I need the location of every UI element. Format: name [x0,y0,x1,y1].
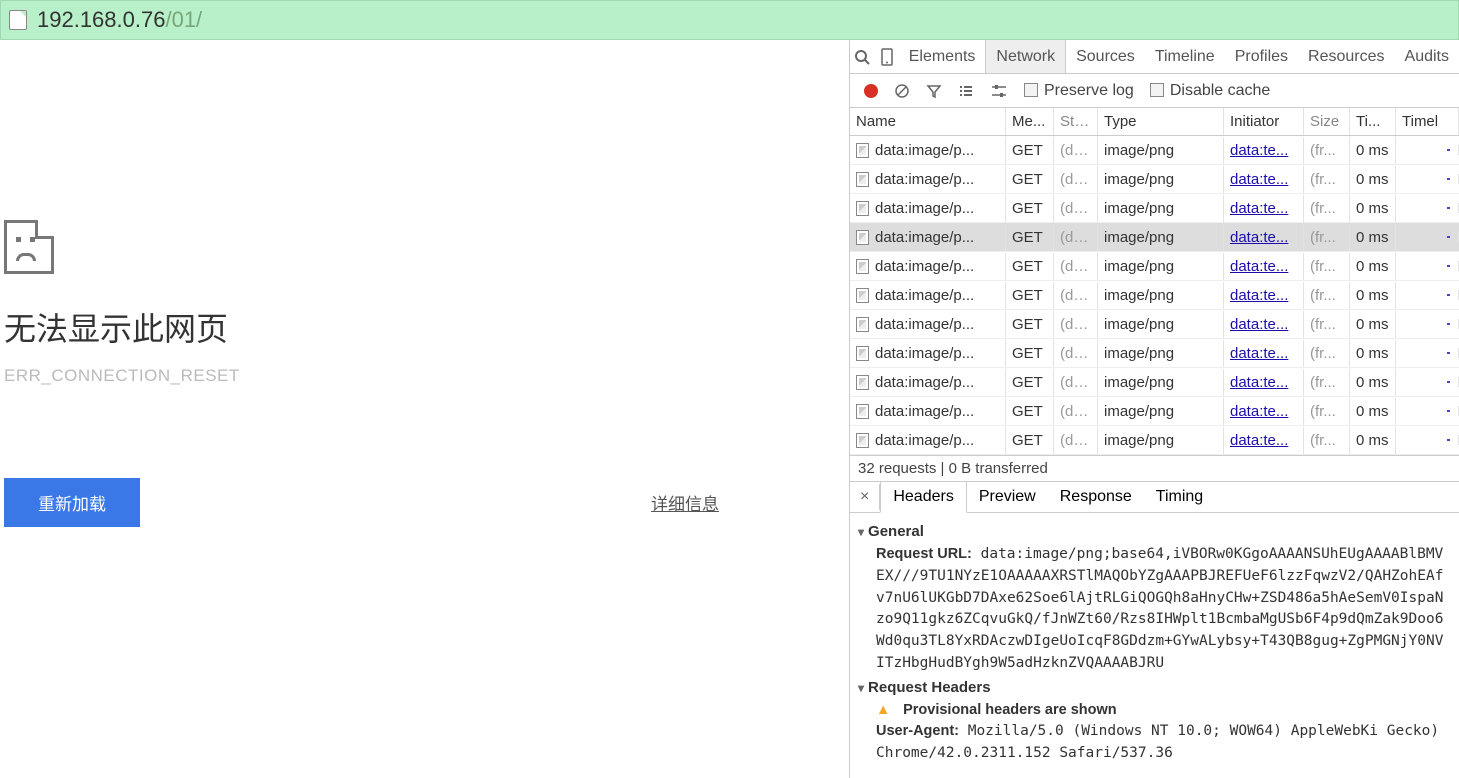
col-time[interactable]: Ti... [1350,108,1396,135]
detail-tab-response[interactable]: Response [1048,482,1144,512]
address-bar[interactable]: 192.168.0.76/01/ [0,0,1459,40]
table-row[interactable]: data:image/p...GET(da...image/pngdata:te… [850,339,1459,368]
tab-list: ElementsNetworkSourcesTimelineProfilesRe… [899,40,1459,73]
col-timeline[interactable]: Timel [1396,108,1459,135]
tab-resources[interactable]: Resources [1298,40,1394,73]
general-section[interactable]: General [858,523,1451,540]
tab-network[interactable]: Network [985,40,1066,73]
table-header: Name Me... Sta... Type Initiator Size Ti… [850,108,1459,136]
table-row[interactable]: data:image/p...GET(da...image/pngdata:te… [850,165,1459,194]
list-icon[interactable] [958,83,974,99]
initiator-link[interactable]: data:te... [1224,137,1304,164]
page-content: 无法显示此网页 ERR_CONNECTION_RESET 重新加载 详细信息 [0,40,849,778]
request-url: Request URL: data:image/png;base64,iVBOR… [876,544,1451,675]
file-icon [856,346,869,361]
url-path: /01/ [165,7,202,32]
file-icon [856,317,869,332]
initiator-link[interactable]: data:te... [1224,369,1304,396]
headers-panel: General Request URL: data:image/png;base… [850,513,1459,778]
device-icon[interactable] [874,40,898,73]
tab-timeline[interactable]: Timeline [1145,40,1225,73]
search-icon[interactable] [850,40,874,73]
sad-page-icon [4,220,54,274]
url-host: 192.168.0.76 [37,7,165,32]
initiator-link[interactable]: data:te... [1224,311,1304,338]
col-method[interactable]: Me... [1006,108,1054,135]
clear-icon[interactable] [894,83,910,99]
table-row[interactable]: data:image/p...GET(da...image/pngdata:te… [850,223,1459,252]
detail-tab-preview[interactable]: Preview [967,482,1048,512]
file-icon [856,143,869,158]
error-code: ERR_CONNECTION_RESET [4,366,849,386]
initiator-link[interactable]: data:te... [1224,166,1304,193]
table-row[interactable]: data:image/p...GET(da...image/pngdata:te… [850,426,1459,455]
devtools-panel: ElementsNetworkSourcesTimelineProfilesRe… [849,40,1459,778]
detail-tab-bar: × HeadersPreviewResponseTiming [850,482,1459,513]
tab-audits[interactable]: Audits [1395,40,1459,73]
table-row[interactable]: data:image/p...GET(da...image/pngdata:te… [850,281,1459,310]
request-headers-section[interactable]: Request Headers [858,679,1451,696]
page-icon [9,10,27,30]
tab-elements[interactable]: Elements [899,40,986,73]
tab-sources[interactable]: Sources [1066,40,1145,73]
col-type[interactable]: Type [1098,108,1224,135]
url-display: 192.168.0.76/01/ [37,7,202,33]
col-size[interactable]: Size [1304,108,1350,135]
initiator-link[interactable]: data:te... [1224,253,1304,280]
col-status[interactable]: Sta... [1054,108,1098,135]
detail-tab-timing[interactable]: Timing [1144,482,1215,512]
details-link[interactable]: 详细信息 [651,490,719,515]
provisional-warning: ▲ Provisional headers are shown [876,700,1451,722]
initiator-link[interactable]: data:te... [1224,224,1304,251]
initiator-link[interactable]: data:te... [1224,282,1304,309]
warning-icon: ▲ [876,702,890,718]
network-toolbar: Preserve log Disable cache [850,74,1459,108]
initiator-link[interactable]: data:te... [1224,340,1304,367]
preserve-log-checkbox[interactable]: Preserve log [1024,82,1134,100]
network-table: Name Me... Sta... Type Initiator Size Ti… [850,108,1459,456]
table-row[interactable]: data:image/p...GET(da...image/pngdata:te… [850,136,1459,165]
col-name[interactable]: Name [850,108,1006,135]
file-icon [856,259,869,274]
filter-icon[interactable] [926,83,942,99]
initiator-link[interactable]: data:te... [1224,195,1304,222]
record-button[interactable] [864,84,878,98]
reload-button[interactable]: 重新加载 [4,478,140,527]
file-icon [856,404,869,419]
network-status: 32 requests | 0 B transferred [850,456,1459,482]
file-icon [856,201,869,216]
table-row[interactable]: data:image/p...GET(da...image/pngdata:te… [850,368,1459,397]
initiator-link[interactable]: data:te... [1224,398,1304,425]
file-icon [856,172,869,187]
file-icon [856,288,869,303]
error-title: 无法显示此网页 [4,304,849,350]
file-icon [856,375,869,390]
table-row[interactable]: data:image/p...GET(da...image/pngdata:te… [850,194,1459,223]
detail-tab-headers[interactable]: Headers [880,482,966,513]
disable-cache-checkbox[interactable]: Disable cache [1150,82,1271,100]
initiator-link[interactable]: data:te... [1224,427,1304,454]
tab-profiles[interactable]: Profiles [1225,40,1298,73]
settings-icon[interactable] [990,83,1008,99]
devtools-tab-bar: ElementsNetworkSourcesTimelineProfilesRe… [850,40,1459,74]
table-row[interactable]: data:image/p...GET(da...image/pngdata:te… [850,397,1459,426]
file-icon [856,433,869,448]
table-row[interactable]: data:image/p...GET(da...image/pngdata:te… [850,310,1459,339]
close-details-button[interactable]: × [850,484,880,510]
col-initiator[interactable]: Initiator [1224,108,1304,135]
file-icon [856,230,869,245]
user-agent: User-Agent: Mozilla/5.0 (Windows NT 10.0… [876,721,1451,765]
table-row[interactable]: data:image/p...GET(da...image/pngdata:te… [850,252,1459,281]
